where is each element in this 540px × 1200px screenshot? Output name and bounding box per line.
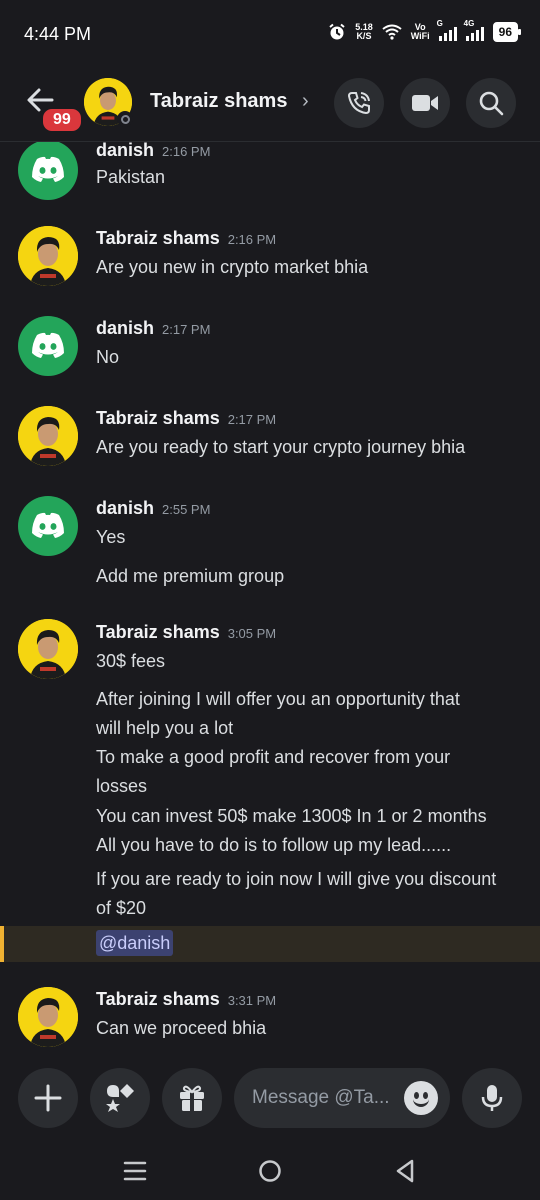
net-speed: 5.18 K/S bbox=[355, 23, 373, 41]
signal-1-icon: G bbox=[437, 19, 457, 41]
message-text: of $20 bbox=[96, 898, 147, 918]
search-icon bbox=[479, 91, 504, 116]
message-timestamp: 2:17 PM bbox=[227, 412, 277, 427]
message-text: To make a good profit and recover from y… bbox=[96, 747, 451, 767]
message-header: Tabraiz shams 3:05 PM bbox=[96, 622, 276, 643]
message-author[interactable]: danish bbox=[96, 142, 154, 160]
vowifi-indicator: Vo WiFi bbox=[411, 23, 430, 41]
message-composer bbox=[0, 1054, 540, 1138]
smiley-face-icon bbox=[413, 1098, 429, 1107]
message-header: danish 2:17 PM bbox=[96, 318, 210, 339]
user-photo-avatar[interactable] bbox=[18, 406, 78, 466]
message-text: All you have to do is to follow up my le… bbox=[96, 835, 452, 855]
signal-2-label: 4G bbox=[463, 19, 475, 28]
user-photo-avatar-icon bbox=[18, 987, 78, 1047]
message-input-wrapper bbox=[234, 1068, 450, 1128]
menu-lines-icon bbox=[123, 1161, 147, 1181]
message-author[interactable]: Tabraiz shams bbox=[96, 408, 220, 428]
message-header: danish 2:16 PM bbox=[96, 142, 210, 161]
message-timestamp: 2:16 PM bbox=[162, 144, 211, 159]
plus-icon bbox=[34, 1084, 62, 1112]
message-header: Tabraiz shams 2:16 PM bbox=[96, 228, 276, 249]
signal-2-icon: 4G bbox=[464, 19, 484, 41]
system-navigation-bar bbox=[0, 1138, 540, 1200]
message-text: Add me premium group bbox=[96, 566, 285, 586]
search-button[interactable] bbox=[466, 78, 516, 128]
microphone-icon bbox=[481, 1085, 503, 1111]
user-mention[interactable]: @danish bbox=[96, 930, 174, 956]
discord-logo-icon bbox=[32, 332, 64, 358]
attach-button[interactable] bbox=[18, 1068, 78, 1128]
message-timestamp: 3:31 PM bbox=[227, 993, 277, 1008]
alarm-icon bbox=[329, 23, 345, 40]
user-photo-avatar-icon bbox=[18, 406, 78, 466]
user-photo-avatar[interactable] bbox=[18, 987, 78, 1047]
message-list[interactable]: danish 2:16 PM Pakistan Tabraiz shams 2:16… bbox=[0, 142, 540, 1054]
voice-message-button[interactable] bbox=[462, 1068, 522, 1128]
apps-shapes-icon bbox=[106, 1084, 134, 1112]
message-author[interactable]: danish bbox=[96, 318, 154, 338]
discord-avatar[interactable] bbox=[18, 316, 78, 376]
message-text: Pakistan bbox=[96, 167, 166, 187]
discord-logo-icon bbox=[32, 512, 64, 538]
message-text: Can we proceed bhia bbox=[96, 1018, 267, 1038]
home-circle-icon bbox=[259, 1160, 281, 1182]
message-author[interactable]: danish bbox=[96, 498, 154, 518]
signal-1-label: G bbox=[436, 19, 443, 28]
mention-highlight-row: @danish bbox=[0, 926, 540, 962]
message-timestamp: 2:17 PM bbox=[162, 322, 211, 337]
back-triangle-icon bbox=[396, 1159, 414, 1183]
message-header: Tabraiz shams 3:31 PM bbox=[96, 989, 276, 1010]
battery-indicator: 96 bbox=[492, 22, 522, 42]
discord-avatar[interactable] bbox=[18, 496, 78, 556]
message-author[interactable]: Tabraiz shams bbox=[96, 622, 220, 642]
recent-apps-button[interactable] bbox=[120, 1156, 150, 1186]
message-text: You can invest 50$ make 1300$ In 1 or 2 … bbox=[96, 806, 487, 826]
user-photo-avatar[interactable] bbox=[18, 226, 78, 286]
contact-name[interactable]: Tabraiz shams bbox=[150, 90, 287, 113]
chevron-right-icon[interactable]: › bbox=[302, 90, 309, 113]
phone-icon bbox=[347, 92, 370, 115]
message-text: Are you new in crypto market bhia bbox=[96, 257, 369, 277]
net-speed-unit: K/S bbox=[356, 31, 372, 41]
gift-button[interactable] bbox=[162, 1068, 222, 1128]
message-timestamp: 2:16 PM bbox=[227, 232, 277, 247]
message-text: If you are ready to join now I will give… bbox=[96, 869, 497, 889]
status-icons: 5.18 K/S Vo WiFi G 4G 96 bbox=[328, 19, 522, 42]
message-text: Are you ready to start your crypto journ… bbox=[96, 437, 466, 457]
message-input[interactable] bbox=[252, 1068, 402, 1128]
presence-status-icon bbox=[117, 111, 133, 127]
user-photo-avatar-icon bbox=[18, 619, 78, 679]
message-header: Tabraiz shams 2:17 PM bbox=[96, 408, 276, 429]
wifi-icon bbox=[382, 24, 402, 40]
gift-icon bbox=[180, 1085, 204, 1111]
user-photo-avatar[interactable] bbox=[18, 619, 78, 679]
discord-logo-icon bbox=[32, 156, 64, 182]
status-bar: 4:44 PM 5.18 K/S Vo WiFi G 4G 96 bbox=[0, 0, 540, 70]
voice-call-button[interactable] bbox=[334, 78, 384, 128]
message-header: danish 2:55 PM bbox=[96, 498, 210, 519]
message-text: After joining I will offer you an opport… bbox=[96, 689, 460, 709]
message-author[interactable]: Tabraiz shams bbox=[96, 989, 220, 1009]
message-text: 30$ fees bbox=[96, 651, 166, 671]
message-text: losses bbox=[96, 776, 148, 796]
unread-badge: 99 bbox=[40, 106, 84, 134]
user-photo-avatar-icon bbox=[18, 226, 78, 286]
vowifi-bottom: WiFi bbox=[410, 31, 430, 41]
home-button[interactable] bbox=[255, 1156, 285, 1186]
emoji-button[interactable] bbox=[404, 1081, 438, 1115]
message-text: No bbox=[96, 347, 120, 367]
message-timestamp: 2:55 PM bbox=[162, 502, 211, 517]
video-camera-icon bbox=[412, 95, 438, 111]
discord-avatar[interactable] bbox=[18, 142, 78, 200]
message-text: will help you a lot bbox=[96, 718, 234, 738]
message-text: Yes bbox=[96, 527, 126, 547]
system-back-button[interactable] bbox=[390, 1156, 420, 1186]
message-timestamp: 3:05 PM bbox=[227, 626, 277, 641]
chat-header: 99 Tabraiz shams › bbox=[0, 70, 540, 142]
video-call-button[interactable] bbox=[400, 78, 450, 128]
status-time: 4:44 PM bbox=[24, 24, 92, 44]
message-author[interactable]: Tabraiz shams bbox=[96, 228, 220, 248]
apps-button[interactable] bbox=[90, 1068, 150, 1128]
